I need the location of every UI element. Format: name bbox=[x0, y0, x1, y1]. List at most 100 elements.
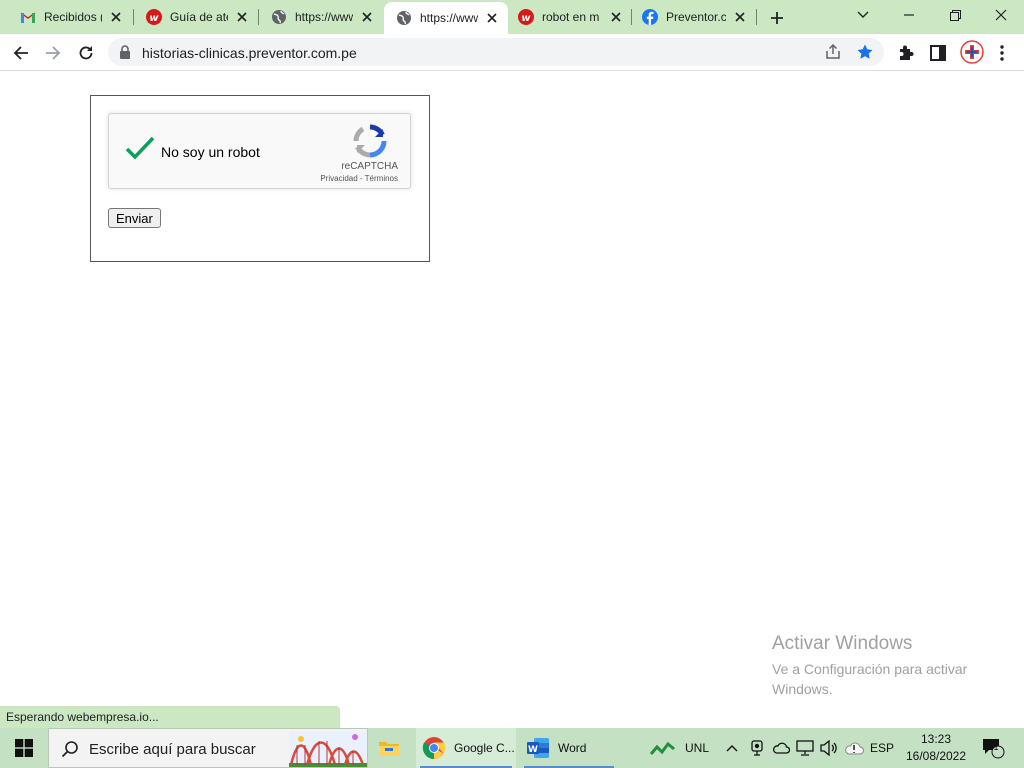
chevron-down-icon bbox=[857, 11, 869, 18]
close-icon[interactable] bbox=[359, 9, 375, 25]
profile-avatar[interactable] bbox=[960, 40, 984, 64]
close-icon bbox=[995, 9, 1007, 21]
back-button[interactable] bbox=[8, 40, 34, 66]
speaker-icon bbox=[820, 740, 837, 756]
tab-title: Preventor.c bbox=[666, 10, 726, 24]
stock-label[interactable]: UNL bbox=[680, 728, 714, 768]
forward-button[interactable] bbox=[40, 40, 66, 66]
cloud-icon bbox=[773, 742, 790, 754]
close-icon[interactable] bbox=[108, 9, 124, 25]
close-icon[interactable] bbox=[732, 9, 748, 25]
taskbar-app-file-explorer[interactable] bbox=[378, 728, 408, 768]
watermark-title: Activar Windows bbox=[772, 633, 913, 654]
tab-robot[interactable]: w robot en m bbox=[508, 0, 632, 34]
arrow-right-icon bbox=[46, 46, 61, 60]
tab-https-1[interactable]: https://www bbox=[259, 0, 383, 34]
reload-icon bbox=[79, 46, 93, 60]
recaptcha-widget: No soy un robot reCAPTCHA Privacidad - T… bbox=[108, 113, 411, 189]
recaptcha-privacy-links[interactable]: Privacidad - Términos bbox=[320, 174, 398, 183]
taskbar-search[interactable]: Escribe aquí para buscar bbox=[48, 728, 368, 768]
camera-tray-button[interactable] bbox=[746, 728, 768, 768]
new-tab-button[interactable] bbox=[766, 7, 788, 29]
kebab-menu-icon bbox=[1000, 45, 1004, 61]
word-icon: W bbox=[527, 738, 549, 758]
webempresa-icon: w bbox=[146, 9, 162, 25]
restore-button[interactable] bbox=[932, 0, 978, 30]
tab-title: https://www bbox=[295, 10, 353, 24]
close-icon[interactable] bbox=[484, 10, 500, 26]
taskbar-app-label: Word bbox=[558, 741, 587, 755]
tab-strip: Recibidos (1 w Guía de ate https://www h… bbox=[0, 0, 1024, 34]
puzzle-icon bbox=[900, 45, 914, 60]
close-icon[interactable] bbox=[608, 9, 624, 25]
weather-cloud-icon bbox=[845, 742, 864, 755]
share-icon[interactable] bbox=[824, 43, 842, 61]
network-tray-button[interactable] bbox=[794, 728, 816, 768]
tab-gmail[interactable]: Recibidos (1 bbox=[0, 0, 132, 34]
tab-search-button[interactable] bbox=[840, 0, 886, 30]
svg-text:W: W bbox=[528, 745, 538, 755]
facebook-icon bbox=[642, 9, 658, 25]
clock-date: 16/08/2022 bbox=[905, 749, 967, 763]
clock[interactable]: 13:23 16/08/2022 bbox=[902, 731, 970, 765]
close-icon[interactable] bbox=[234, 9, 250, 25]
side-panel-icon bbox=[930, 45, 946, 61]
webempresa-icon: w bbox=[518, 9, 534, 25]
restore-icon bbox=[949, 9, 961, 21]
watermark-subtitle: Ve a Configuración para activar Windows. bbox=[772, 661, 968, 697]
activate-windows-watermark: Activar Windows Ve a Configuración para … bbox=[772, 633, 997, 699]
file-explorer-icon bbox=[379, 742, 399, 756]
submit-button[interactable]: Enviar bbox=[108, 208, 161, 228]
rollercoaster-icon bbox=[289, 731, 367, 767]
plus-icon bbox=[771, 12, 783, 24]
star-icon[interactable] bbox=[856, 43, 874, 61]
minimize-icon bbox=[904, 14, 914, 16]
recaptcha-brand: reCAPTCHA bbox=[341, 161, 398, 172]
recaptcha-logo-icon bbox=[353, 124, 387, 158]
show-hidden-icons-button[interactable] bbox=[722, 728, 742, 768]
taskbar-app-chrome[interactable]: Google C... bbox=[416, 728, 516, 768]
checkmark-icon[interactable] bbox=[125, 136, 155, 162]
notification-count: 1 bbox=[993, 742, 999, 752]
arrow-left-icon bbox=[13, 46, 28, 60]
medical-cross-icon bbox=[960, 40, 984, 64]
tab-divider bbox=[756, 9, 757, 25]
address-bar[interactable]: historias-clinicas.preventor.com.pe bbox=[108, 38, 884, 66]
start-button[interactable] bbox=[0, 728, 48, 768]
network-icon bbox=[796, 740, 814, 756]
extensions-button[interactable] bbox=[896, 43, 916, 63]
windows-logo-icon bbox=[15, 739, 33, 757]
onedrive-tray-button[interactable] bbox=[770, 728, 792, 768]
taskbar: Escribe aquí para buscar Google C... W W… bbox=[0, 728, 1024, 768]
tab-title: Recibidos (1 bbox=[44, 10, 102, 24]
tab-title: robot en m bbox=[542, 10, 600, 24]
taskbar-app-label: Google C... bbox=[454, 741, 515, 755]
svg-text:w: w bbox=[521, 13, 531, 24]
browser-toolbar: historias-clinicas.preventor.com.pe bbox=[0, 34, 1024, 71]
gmail-icon bbox=[20, 9, 36, 25]
tab-preventor-facebook[interactable]: Preventor.c bbox=[632, 0, 756, 34]
tab-title: Guía de ate bbox=[170, 10, 228, 24]
notification-center-button[interactable]: 1 bbox=[978, 728, 1008, 768]
side-panel-button[interactable] bbox=[928, 43, 948, 63]
clock-time: 13:23 bbox=[920, 732, 952, 746]
tab-https-active[interactable]: https://www bbox=[384, 2, 508, 34]
tab-guia[interactable]: w Guía de ate bbox=[134, 0, 258, 34]
minimize-button[interactable] bbox=[886, 0, 932, 30]
stock-widget[interactable] bbox=[648, 728, 678, 768]
search-placeholder: Escribe aquí para buscar bbox=[89, 741, 256, 758]
webcam-icon bbox=[751, 740, 763, 756]
url-text[interactable]: historias-clinicas.preventor.com.pe bbox=[142, 45, 357, 61]
menu-button[interactable] bbox=[992, 43, 1012, 63]
recaptcha-label: No soy un robot bbox=[161, 144, 260, 160]
close-window-button[interactable] bbox=[978, 0, 1024, 30]
reload-button[interactable] bbox=[73, 40, 99, 66]
svg-text:w: w bbox=[149, 13, 159, 24]
globe-icon bbox=[271, 9, 287, 25]
lock-icon bbox=[120, 45, 130, 59]
volume-tray-button[interactable] bbox=[818, 728, 840, 768]
language-indicator[interactable]: ESP bbox=[868, 728, 896, 768]
weather-tray-button[interactable] bbox=[842, 728, 866, 768]
taskbar-app-word[interactable]: W Word bbox=[520, 728, 618, 768]
chevron-up-icon bbox=[726, 745, 738, 752]
